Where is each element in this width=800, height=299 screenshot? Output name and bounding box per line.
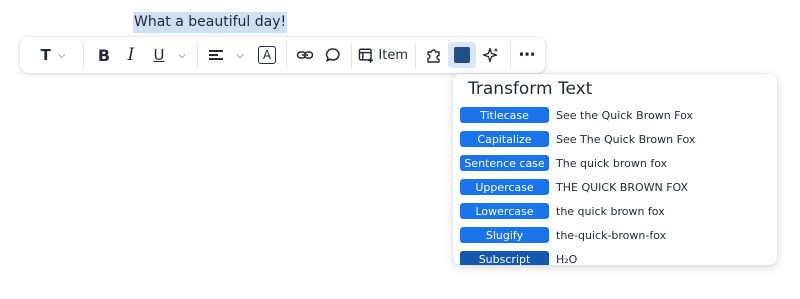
transform-row: Slugify the-quick-brown-fox [460,227,770,243]
selected-text[interactable]: What a beautiful day! [133,12,288,33]
capitalize-button[interactable]: Capitalize [460,131,549,147]
insert-item-label: Item [378,47,408,63]
plugins-button[interactable] [422,42,446,68]
insert-item-button[interactable]: Item [358,42,408,68]
link-icon [296,51,314,59]
comment-icon [325,48,340,62]
lowercase-example: the quick brown fox [556,204,665,218]
panel-title: Transform Text [468,79,593,99]
subscript-button[interactable]: Subscript [460,251,549,265]
transform-row: Uppercase THE QUICK BROWN FOX [460,179,770,195]
toolbar-divider [415,42,416,68]
italic-icon: I [127,45,135,65]
insert-item-icon [358,48,373,63]
formatting-toolbar: T ⌵ B I U ⌵ ⌵ A Item ⋯ [20,37,545,73]
titlecase-example: See the Quick Brown Fox [556,108,694,122]
text-style-icon: T [40,46,51,64]
text-color-icon: A [258,46,276,64]
toolbar-divider [83,42,84,68]
transform-row: Titlecase See the Quick Brown Fox [460,107,770,123]
bold-icon: B [97,45,111,65]
chevron-down-icon: ⌵ [178,49,186,61]
toolbar-divider [197,42,198,68]
more-options-button[interactable]: ⋯ [516,42,538,68]
color-swatch-icon [454,47,470,63]
slugify-example: the-quick-brown-fox [556,228,667,242]
more-icon: ⋯ [518,45,536,65]
transform-list: Titlecase See the Quick Brown Fox Capita… [460,107,770,265]
underline-button[interactable]: U [147,42,171,68]
transform-row: Capitalize See The Quick Brown Fox [460,131,770,147]
chevron-down-icon: ⌵ [57,49,66,61]
text-color-button[interactable]: A [256,42,278,68]
chevron-down-icon: ⌵ [236,49,244,61]
ai-assist-button[interactable] [479,42,503,68]
uppercase-button[interactable]: Uppercase [460,179,549,195]
align-left-button[interactable] [205,42,227,68]
capitalize-example: See The Quick Brown Fox [556,132,696,146]
highlight-color-button[interactable] [448,42,476,68]
toolbar-divider [351,42,352,68]
more-text-formats-dropdown[interactable]: ⌵ [174,42,190,68]
lowercase-button[interactable]: Lowercase [460,203,549,219]
toolbar-divider [510,42,511,68]
align-dropdown[interactable]: ⌵ [232,42,248,68]
sentence-case-button[interactable]: Sentence case [460,155,549,171]
sentence-case-example: The quick brown fox [556,156,668,170]
transform-row: Subscript H₂O [460,251,770,265]
text-style-button[interactable]: T ⌵ [34,42,72,68]
toolbar-divider [286,42,287,68]
uppercase-example: THE QUICK BROWN FOX [556,180,689,194]
comment-button[interactable] [321,42,345,68]
underline-icon: U [153,46,165,64]
puzzle-icon [427,49,440,63]
titlecase-button[interactable]: Titlecase [460,107,549,123]
slugify-button[interactable]: Slugify [460,227,549,243]
italic-button[interactable]: I [119,42,143,68]
transform-row: Sentence case The quick brown fox [460,155,770,171]
link-button[interactable] [293,42,317,68]
align-left-icon [209,50,223,60]
sparkle-icon [482,47,499,63]
transform-text-panel: Transform Text Titlecase See the Quick B… [453,74,777,265]
transform-row: Lowercase the quick brown fox [460,203,770,219]
bold-button[interactable]: B [92,42,116,68]
subscript-example: H₂O [556,252,578,266]
